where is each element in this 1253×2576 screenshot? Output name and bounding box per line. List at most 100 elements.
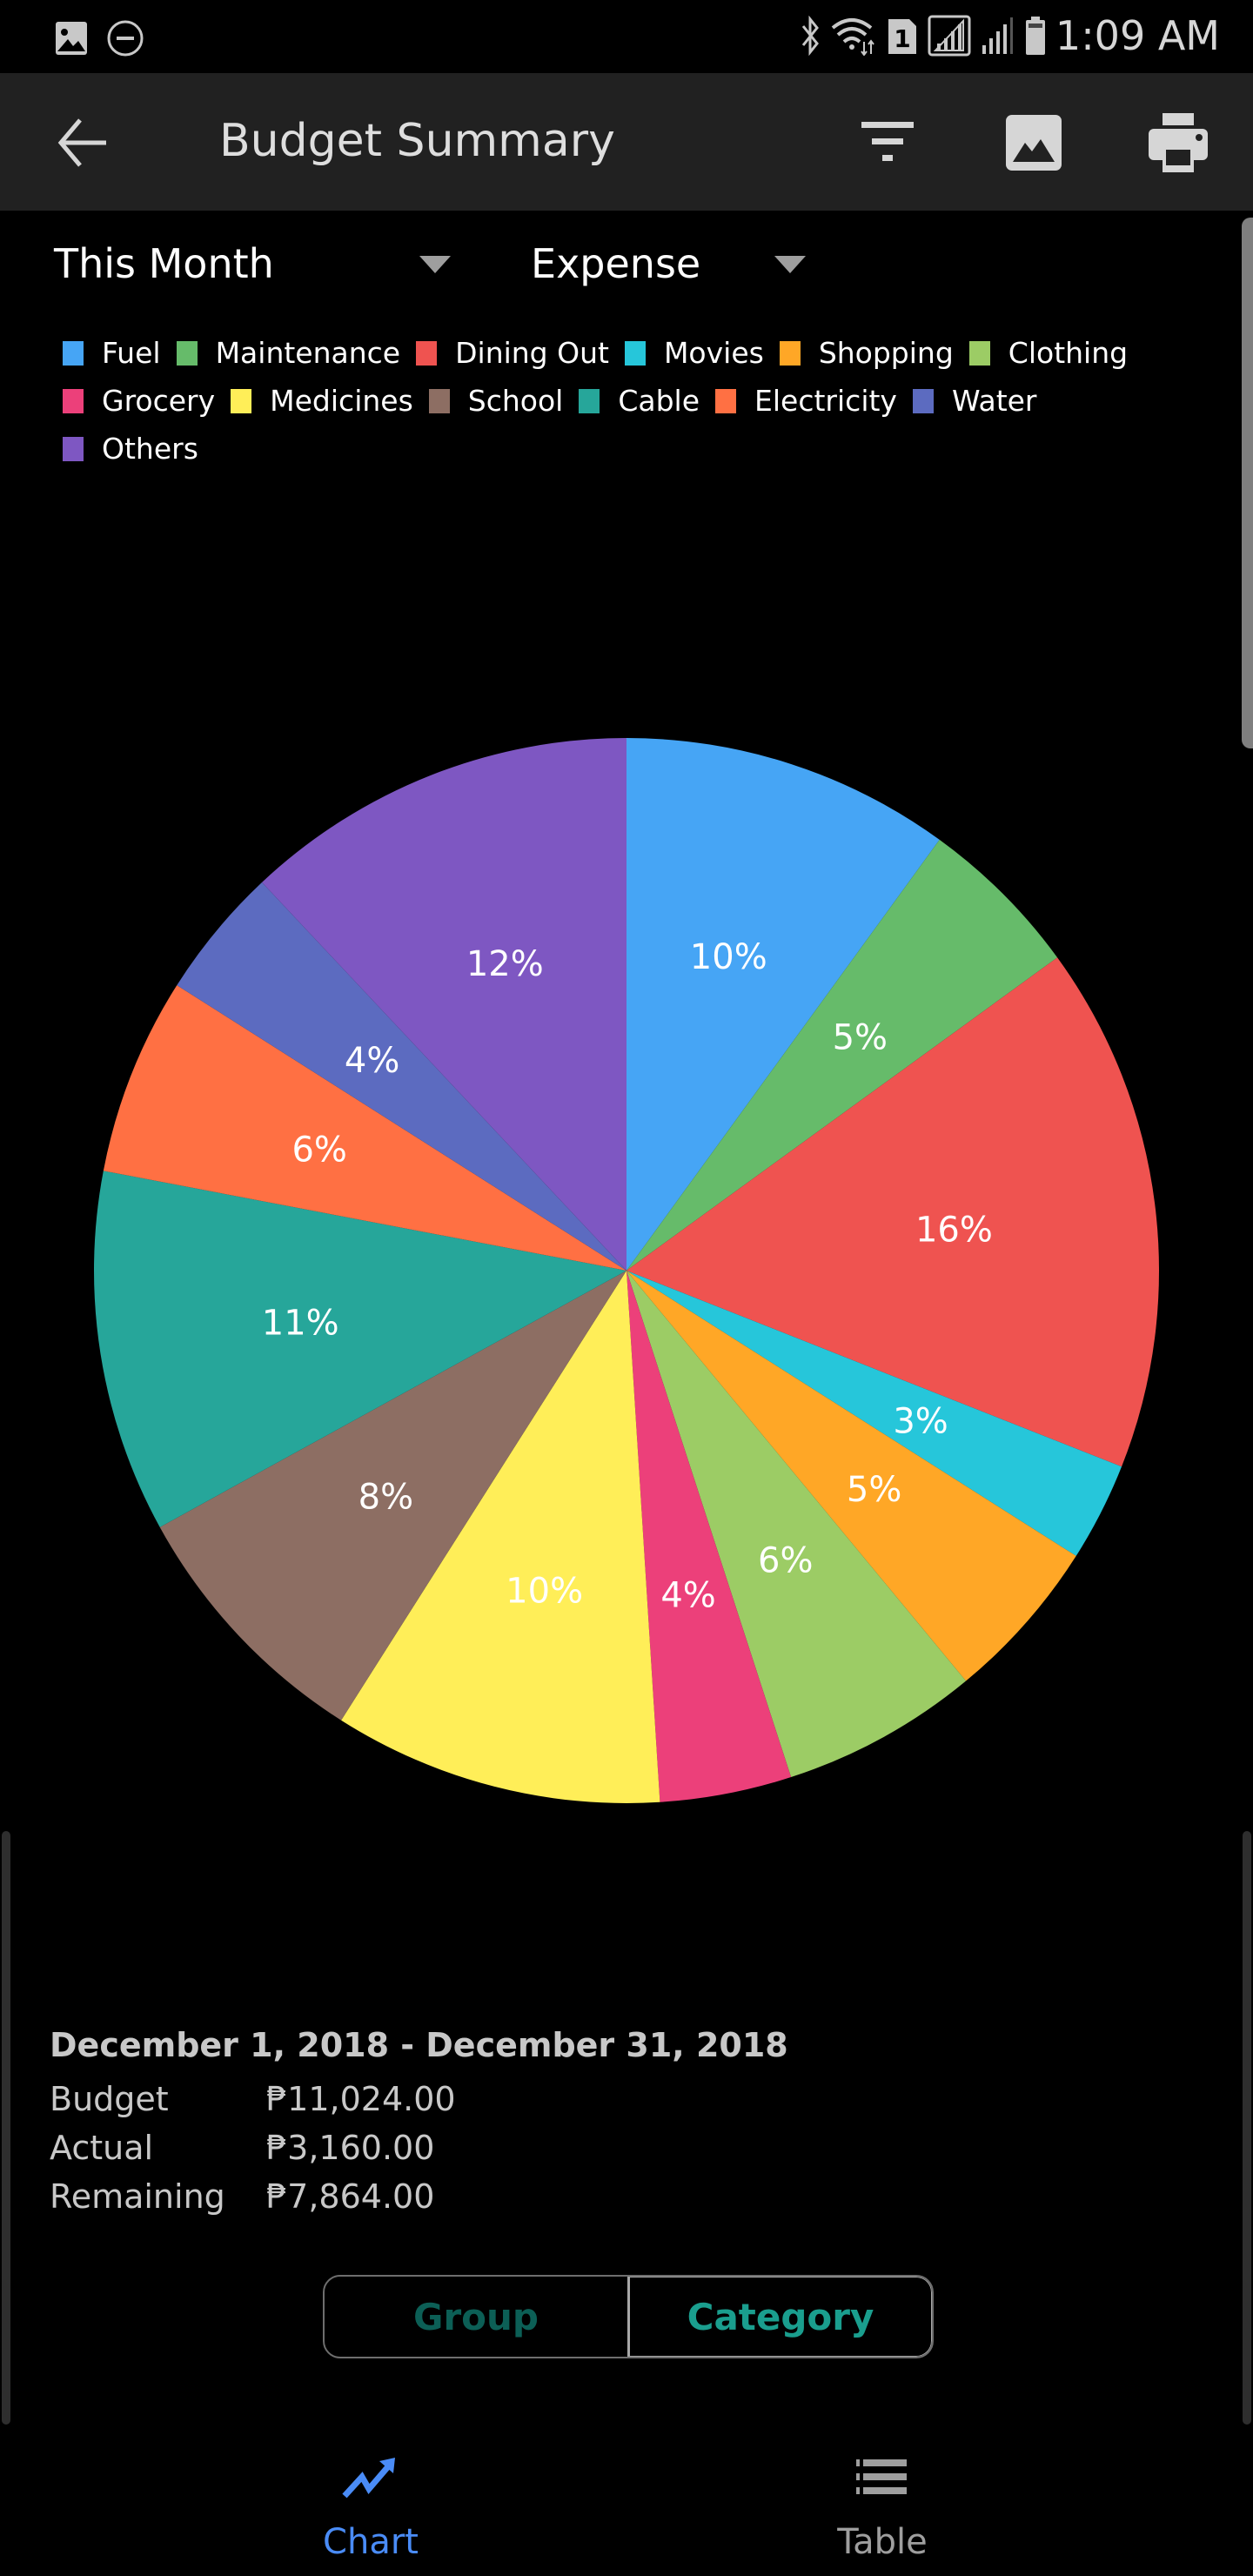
edge-indicator-right: [1243, 1831, 1251, 2425]
bottom-navigation: Chart Table: [0, 2428, 1253, 2576]
summary-row-actual: Actual ₱3,160.00: [50, 2123, 788, 2172]
pie-data-label: 16%: [915, 1210, 993, 1250]
nav-table[interactable]: Table: [752, 2428, 1013, 2576]
battery-icon: [1025, 17, 1045, 55]
legend-item: Clothing: [968, 336, 1129, 370]
category-option[interactable]: Category: [627, 2277, 932, 2357]
legend-item: Fuel: [63, 336, 161, 370]
nav-label: Table: [837, 2522, 928, 2562]
legend-swatch: [63, 340, 84, 366]
group-option[interactable]: Group: [325, 2277, 627, 2357]
filter-icon[interactable]: [856, 111, 919, 174]
svg-text:1: 1: [894, 24, 910, 53]
status-bar: 1 1:09 AM: [0, 0, 1253, 73]
legend-item: Shopping: [779, 336, 954, 370]
print-icon[interactable]: [1147, 111, 1209, 174]
pie-data-label: 8%: [358, 1478, 413, 1518]
pie-data-label: 11%: [262, 1303, 339, 1343]
summary-value: ₱3,160.00: [266, 2129, 435, 2167]
legend-label: Water: [951, 384, 1037, 418]
pie-data-label: 4%: [345, 1041, 399, 1081]
gallery-notification-icon: [56, 22, 87, 55]
wifi-icon: [831, 18, 874, 56]
do-not-disturb-icon: [107, 20, 144, 57]
legend-label: School: [467, 384, 564, 418]
summary-value: ₱11,024.00: [266, 2080, 456, 2118]
type-value: Expense: [531, 240, 701, 287]
nav-label: Chart: [323, 2522, 419, 2562]
arrow-left-icon[interactable]: [54, 113, 113, 172]
legend-item: Dining Out: [416, 336, 609, 370]
period-dropdown[interactable]: This Month: [54, 233, 454, 294]
legend-label: Shopping: [818, 336, 954, 370]
legend-item: Movies: [624, 336, 764, 370]
type-dropdown[interactable]: Expense: [531, 233, 809, 294]
scrollbar[interactable]: [1242, 218, 1253, 748]
legend-label: Medicines: [270, 384, 413, 418]
legend-label: Electricity: [754, 384, 897, 418]
pie-data-label: 3%: [893, 1401, 948, 1441]
chart-legend: Fuel Maintenance Dining Out Movies Shopp…: [63, 329, 1194, 473]
pie-data-label: 6%: [758, 1541, 813, 1581]
legend-label: Clothing: [1008, 336, 1129, 370]
legend-label: Fuel: [102, 336, 161, 370]
summary-row-budget: Budget ₱11,024.00: [50, 2075, 788, 2123]
budget-summary: December 1, 2018 - December 31, 2018 Bud…: [50, 2026, 788, 2221]
legend-item: Electricity: [715, 384, 897, 418]
pie-data-label: 10%: [690, 937, 767, 977]
legend-item: Grocery: [63, 384, 215, 418]
bluetooth-icon: [801, 16, 819, 56]
sim-1-icon: 1: [888, 19, 916, 54]
pie-data-label: 10%: [506, 1572, 583, 1612]
pie-data-label: 6%: [291, 1130, 346, 1170]
status-time: 1:09 AM: [1055, 12, 1220, 59]
pie-data-label: 12%: [466, 944, 544, 984]
pie-data-label: 5%: [847, 1470, 901, 1510]
legend-swatch: [63, 436, 84, 461]
trending-up-icon: [342, 2458, 395, 2499]
summary-label: Budget: [50, 2080, 169, 2118]
group-category-toggle: Group Category: [323, 2275, 934, 2358]
period-value: This Month: [54, 240, 274, 287]
pie-data-label: 5%: [833, 1018, 888, 1058]
chevron-down-icon: [774, 256, 806, 273]
summary-row-remaining: Remaining ₱7,864.00: [50, 2172, 788, 2221]
legend-swatch: [63, 388, 84, 413]
pie-data-label: 4%: [660, 1576, 715, 1616]
legend-swatch: [579, 388, 600, 413]
list-icon: [856, 2459, 907, 2494]
legend-swatch: [428, 388, 450, 413]
legend-item: Maintenance: [176, 336, 401, 370]
legend-item: Cable: [579, 384, 700, 418]
legend-swatch: [968, 340, 990, 366]
legend-item: School: [428, 384, 564, 418]
legend-swatch: [624, 340, 646, 366]
legend-label: Movies: [663, 336, 764, 370]
legend-item: Others: [63, 432, 198, 466]
legend-swatch: [715, 388, 737, 413]
legend-label: Grocery: [102, 384, 216, 418]
legend-item: Water: [912, 384, 1037, 418]
page-title: Budget Summary: [219, 115, 615, 167]
legend-label: Maintenance: [215, 336, 401, 370]
legend-swatch: [416, 340, 438, 366]
legend-swatch: [912, 388, 934, 413]
image-icon[interactable]: [1002, 111, 1065, 174]
pie-chart: 10% 5% 16% 3% 5% 6% 4% 10% 8% 11% 6% 4% 12%: [93, 738, 1160, 1803]
legend-label: Others: [102, 432, 198, 466]
legend-swatch: [779, 340, 801, 366]
signal-2-icon: [982, 17, 1013, 54]
legend-label: Dining Out: [455, 336, 609, 370]
summary-label: Remaining: [50, 2177, 225, 2216]
legend-swatch: [231, 388, 252, 413]
legend-item: Medicines: [231, 384, 413, 418]
nav-chart[interactable]: Chart: [240, 2428, 501, 2576]
legend-swatch: [176, 340, 198, 366]
legend-label: Cable: [618, 384, 700, 418]
edge-indicator-left: [2, 1831, 10, 2425]
signal-icon: [928, 15, 971, 57]
app-bar: Budget Summary: [0, 73, 1253, 211]
date-range: December 1, 2018 - December 31, 2018: [50, 2026, 788, 2064]
summary-label: Actual: [50, 2129, 154, 2167]
summary-value: ₱7,864.00: [266, 2177, 435, 2216]
